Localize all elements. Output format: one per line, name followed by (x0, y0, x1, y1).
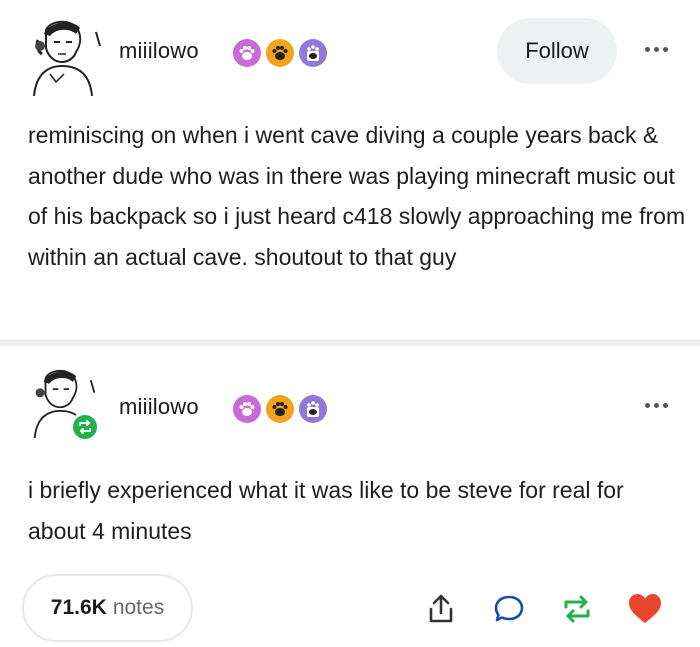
notes-button[interactable]: 71.6K notes (22, 574, 193, 642)
post-username[interactable]: miiilowo (119, 38, 199, 64)
reblog-body: i briefly experienced what it was like t… (28, 477, 624, 544)
paw-badge-icon[interactable] (266, 39, 294, 67)
reply-icon[interactable] (488, 588, 530, 630)
more-options-icon[interactable] (645, 47, 668, 52)
reblog-icon[interactable] (556, 588, 598, 630)
paw-badge-icon[interactable] (233, 39, 261, 67)
paw-badge-icon[interactable] (299, 395, 327, 423)
share-icon[interactable] (420, 588, 462, 630)
reblog-username[interactable]: miiilowo (119, 394, 199, 420)
reblog-badge-icon (70, 412, 100, 442)
reblog-badge-row (233, 395, 327, 423)
paw-badge-icon[interactable] (299, 39, 327, 67)
post-divider (0, 340, 700, 346)
follow-button[interactable]: Follow (497, 18, 617, 84)
badge-row (233, 39, 327, 67)
paw-badge-icon[interactable] (233, 395, 261, 423)
notes-label: notes (112, 596, 165, 619)
paw-badge-icon[interactable] (266, 395, 294, 423)
avatar[interactable] (20, 12, 104, 96)
post-body: reminiscing on when i went cave diving a… (28, 122, 686, 270)
heart-icon[interactable] (624, 588, 666, 630)
notes-count: 71.6K (50, 596, 107, 619)
reblog-more-options-icon[interactable] (645, 403, 668, 408)
